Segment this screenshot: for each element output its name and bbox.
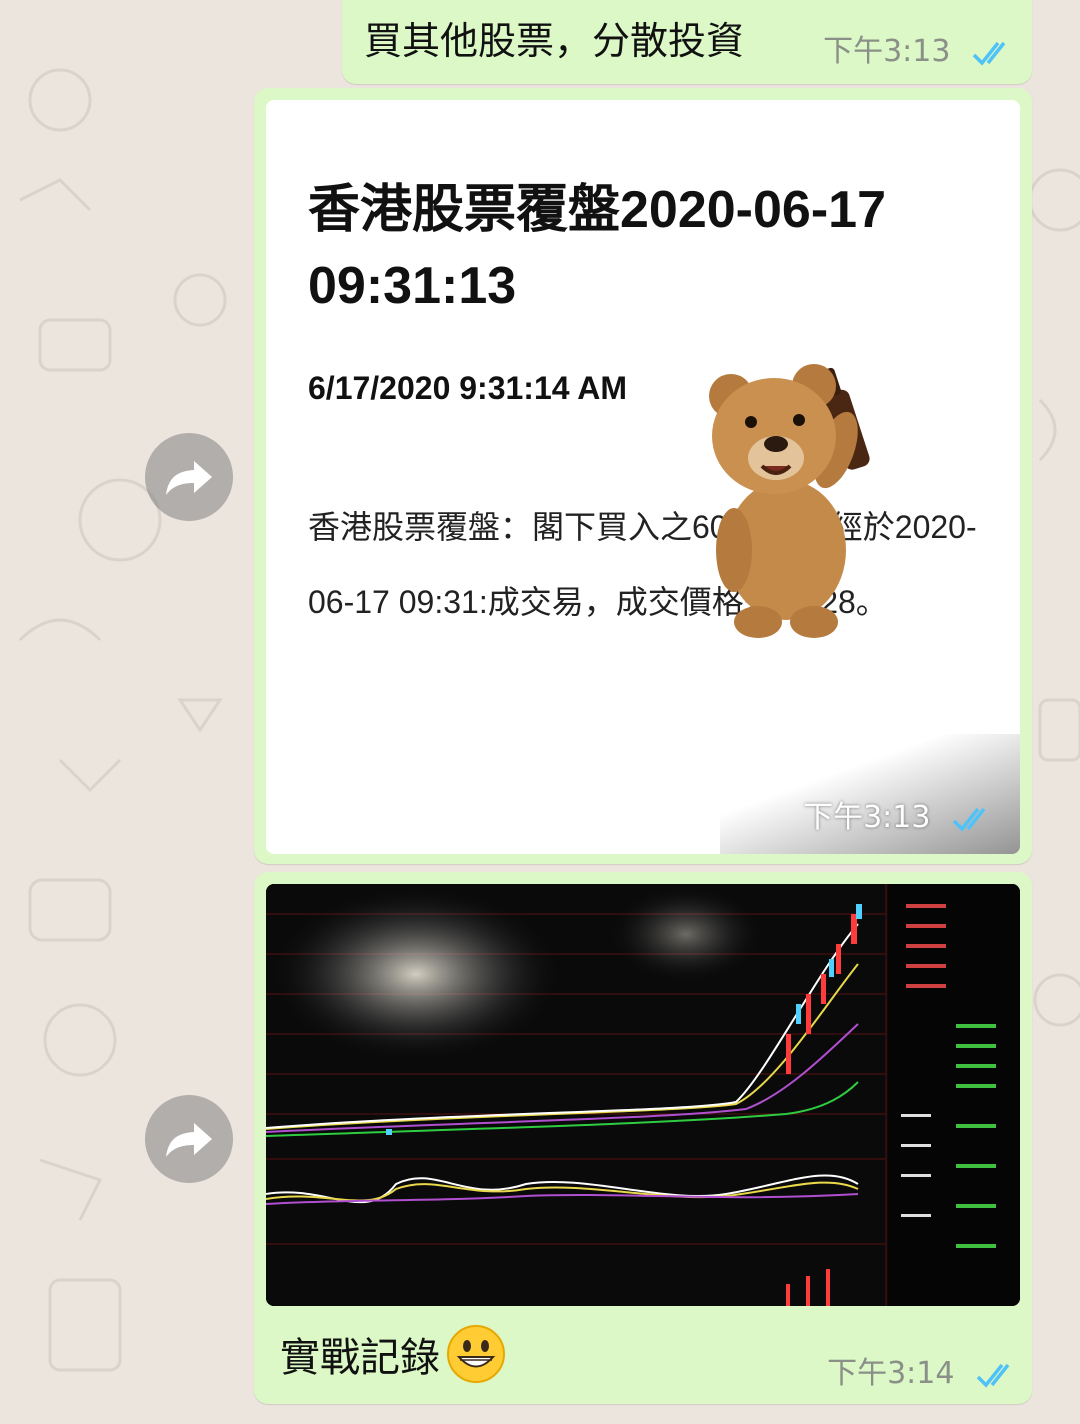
forward-arrow-icon <box>166 1123 212 1157</box>
stock-chart-image <box>266 884 1020 1306</box>
sent-message-bubble[interactable]: 買其他股票，分散投資 下午3:13 <box>342 0 1032 84</box>
card-date: 6/17/2020 9:31:14 AM <box>308 370 628 406</box>
double-check-icon <box>972 41 1006 66</box>
double-check-icon <box>976 1363 1010 1388</box>
stock-chart-photo[interactable] <box>266 884 1020 1306</box>
message-meta: 下午3:14 <box>827 1348 1018 1392</box>
message-time: 下午3:13 <box>803 800 931 835</box>
teddy-bear-sticker <box>709 364 870 638</box>
card-title: 香港股票覆盤2020-06-17 09:31:13 <box>308 181 886 315</box>
photo-message-bubble[interactable]: 實戰記錄 下午3:14 <box>254 872 1032 1404</box>
forwarded-card[interactable]: 香港股票覆盤2020-06-17 09:31:13 6/17/2020 9:31… <box>266 100 1020 854</box>
forwarded-card-bubble[interactable]: 香港股票覆盤2020-06-17 09:31:13 6/17/2020 9:31… <box>254 88 1032 864</box>
message-meta: 下午3:13 <box>803 792 994 836</box>
message-time: 下午3:13 <box>823 34 951 69</box>
card-body: 香港股票覆盤：閣下買入之600685已經於2020-06-17 09:31:成交… <box>308 509 977 620</box>
photo-caption: 實戰記錄 <box>280 1324 506 1384</box>
forward-button[interactable] <box>145 433 233 521</box>
message-time: 下午3:14 <box>827 1356 955 1391</box>
double-check-icon <box>952 807 986 832</box>
caption-text: 實戰記錄 <box>280 1335 440 1381</box>
message-text: 買其他股票，分散投資 <box>364 19 745 63</box>
forward-arrow-icon <box>166 461 212 495</box>
forward-button[interactable] <box>145 1095 233 1183</box>
message-meta: 下午3:13 <box>823 26 1014 70</box>
grinning-face-icon <box>447 1325 505 1383</box>
